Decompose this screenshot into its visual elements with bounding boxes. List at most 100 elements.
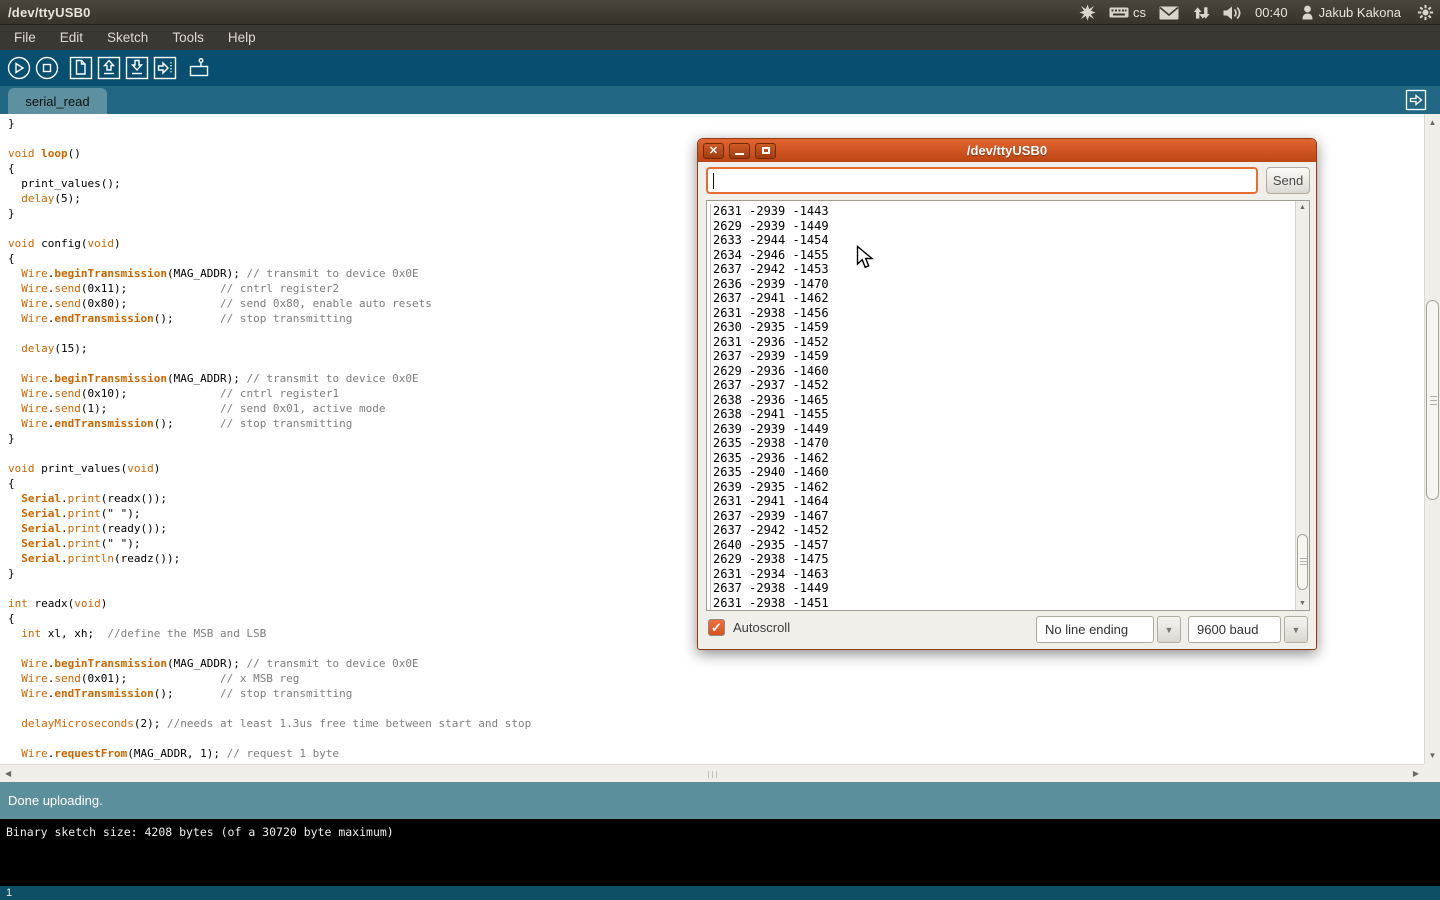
line-ending-select[interactable]: No line ending [1036,616,1154,643]
verify-button[interactable] [5,55,32,82]
tab-serial-read[interactable]: serial_read [8,88,107,114]
open-up-arrow-icon [96,55,122,81]
scroll-down-arrow-icon[interactable]: ▼ [1425,751,1440,760]
scroll-right-arrow-icon[interactable]: ▶ [1413,769,1419,778]
serial-vertical-scrollbar[interactable]: ▲ ▼ [1295,201,1309,610]
stop-icon [34,55,60,81]
open-button[interactable] [95,55,122,82]
serial-line: 2629 -2939 -1449 [713,219,1293,234]
indicator-pinwheel-icon[interactable] [1079,4,1096,21]
scrollbar-thumb[interactable] [1297,534,1308,590]
keyboard-layout-label[interactable]: cs [1133,5,1146,20]
verify-icon [6,55,32,81]
mail-icon[interactable] [1159,6,1179,20]
code-line: Wire.beginTransmission(MAG_ADDR); // tra… [8,656,1424,671]
scrollbar-thumb[interactable] [1426,300,1439,500]
tab-label: serial_read [25,94,89,109]
scroll-up-arrow-icon[interactable]: ▲ [1425,118,1440,127]
send-button[interactable]: Send [1266,167,1310,194]
new-sketch-button[interactable] [67,55,94,82]
serial-line: 2637 -2942 -1452 [713,523,1293,538]
session-user[interactable]: Jakub Kakona [1301,5,1401,20]
window-minimize-button[interactable] [729,143,750,159]
close-icon: ✕ [709,146,718,156]
serial-line: 2631 -2941 -1464 [713,494,1293,509]
baud-rate-select[interactable]: 9600 baud [1188,616,1281,643]
upload-button[interactable] [151,55,178,82]
scrollbar-corner [1424,764,1440,782]
tab-menu-button[interactable] [1405,89,1427,111]
serial-line: 2637 -2938 -1449 [713,581,1293,596]
minimize-icon [735,153,744,155]
code-line [8,731,1424,746]
serial-line: 2637 -2937 -1452 [713,378,1293,393]
serial-send-input[interactable] [706,167,1258,194]
serial-monitor-window: /dev/ttyUSB0 ✕ Send 2631 -2939 -14432629… [697,138,1317,650]
line-ending-value: No line ending [1045,622,1128,637]
serial-line: 2634 -2946 -1455 [713,248,1293,263]
save-button[interactable] [123,55,150,82]
scroll-down-arrow-icon[interactable]: ▼ [1296,600,1309,607]
serial-monitor-icon [186,55,212,81]
serial-monitor-titlebar[interactable]: /dev/ttyUSB0 ✕ [698,139,1316,162]
network-updown-icon[interactable] [1192,5,1210,21]
mouse-cursor-icon [856,245,877,271]
user-icon [1301,5,1314,20]
serial-output-area[interactable]: 2631 -2939 -14432629 -2939 -14492633 -29… [706,200,1310,611]
window-maximize-button[interactable] [755,143,776,159]
status-message: Done uploading. [8,793,103,808]
session-power-icon[interactable] [1417,4,1434,21]
hscrollbar-thumb[interactable] [2,766,1420,781]
upload-right-arrow-icon [152,55,178,81]
serial-line: 2631 -2934 -1463 [713,567,1293,582]
text-caret [713,173,714,189]
code-line: } [8,116,1424,131]
menu-tools[interactable]: Tools [160,25,216,50]
baud-rate-dropdown-button[interactable]: ▼ [1284,616,1308,643]
window-close-button[interactable]: ✕ [703,143,724,159]
toolbar [0,50,1440,86]
line-number: 1 [6,887,12,899]
stop-button[interactable] [33,55,60,82]
volume-icon[interactable] [1223,5,1242,21]
chevron-down-icon: ▼ [1292,625,1301,635]
serial-output[interactable]: 2631 -2939 -14432629 -2939 -14492633 -29… [710,204,1293,610]
clock[interactable]: 00:40 [1255,5,1288,20]
keyboard-icon[interactable] [1109,5,1129,20]
menu-edit[interactable]: Edit [48,25,95,50]
editor-horizontal-scrollbar[interactable]: ◀ ▶ [0,764,1424,782]
line-ending-dropdown-button[interactable]: ▼ [1157,616,1181,643]
serial-line: 2630 -2935 -1459 [713,320,1293,335]
menubar: File Edit Sketch Tools Help [0,25,1440,50]
save-down-arrow-icon [124,55,150,81]
serial-line: 2637 -2942 -1453 [713,262,1293,277]
console-output: Binary sketch size: 4208 bytes (of a 307… [0,819,1440,886]
menu-file[interactable]: File [2,25,48,50]
serial-line: 2638 -2941 -1455 [713,407,1293,422]
serial-line: 2639 -2935 -1462 [713,480,1293,495]
serial-line: 2629 -2936 -1460 [713,364,1293,379]
editor-vertical-scrollbar[interactable]: ▲ ▼ [1424,114,1440,764]
code-line: Wire.send(0x01); // x MSB reg [8,671,1424,686]
line-indicator: 1 [0,886,1440,900]
serial-line: 2638 -2936 -1465 [713,393,1293,408]
serial-line: 2639 -2939 -1449 [713,422,1293,437]
autoscroll-checkbox[interactable]: ✓ [708,619,725,636]
chevron-down-icon: ▼ [1165,625,1174,635]
menu-help[interactable]: Help [216,25,268,50]
serial-line: 2631 -2938 -1451 [713,596,1293,611]
status-bar: Done uploading. [0,782,1440,819]
arrow-right-square-icon [1405,89,1427,111]
window-title: /dev/ttyUSB0 [8,5,91,20]
desktop: /dev/ttyUSB0 cs 00:40 Jakub Kakona File … [0,0,1440,900]
serial-line: 2631 -2936 -1452 [713,335,1293,350]
serial-monitor-button[interactable] [185,55,212,82]
serial-line: 2636 -2939 -1470 [713,277,1293,292]
tabbar: serial_read [0,86,1440,114]
scroll-up-arrow-icon[interactable]: ▲ [1296,204,1309,211]
serial-monitor-controls: ✓ Autoscroll No line ending ▼ 9600 baud … [698,616,1316,646]
menu-sketch[interactable]: Sketch [95,25,160,50]
serial-line: 2637 -2939 -1467 [713,509,1293,524]
serial-monitor-title: /dev/ttyUSB0 [698,143,1316,158]
serial-line: 2637 -2941 -1462 [713,291,1293,306]
